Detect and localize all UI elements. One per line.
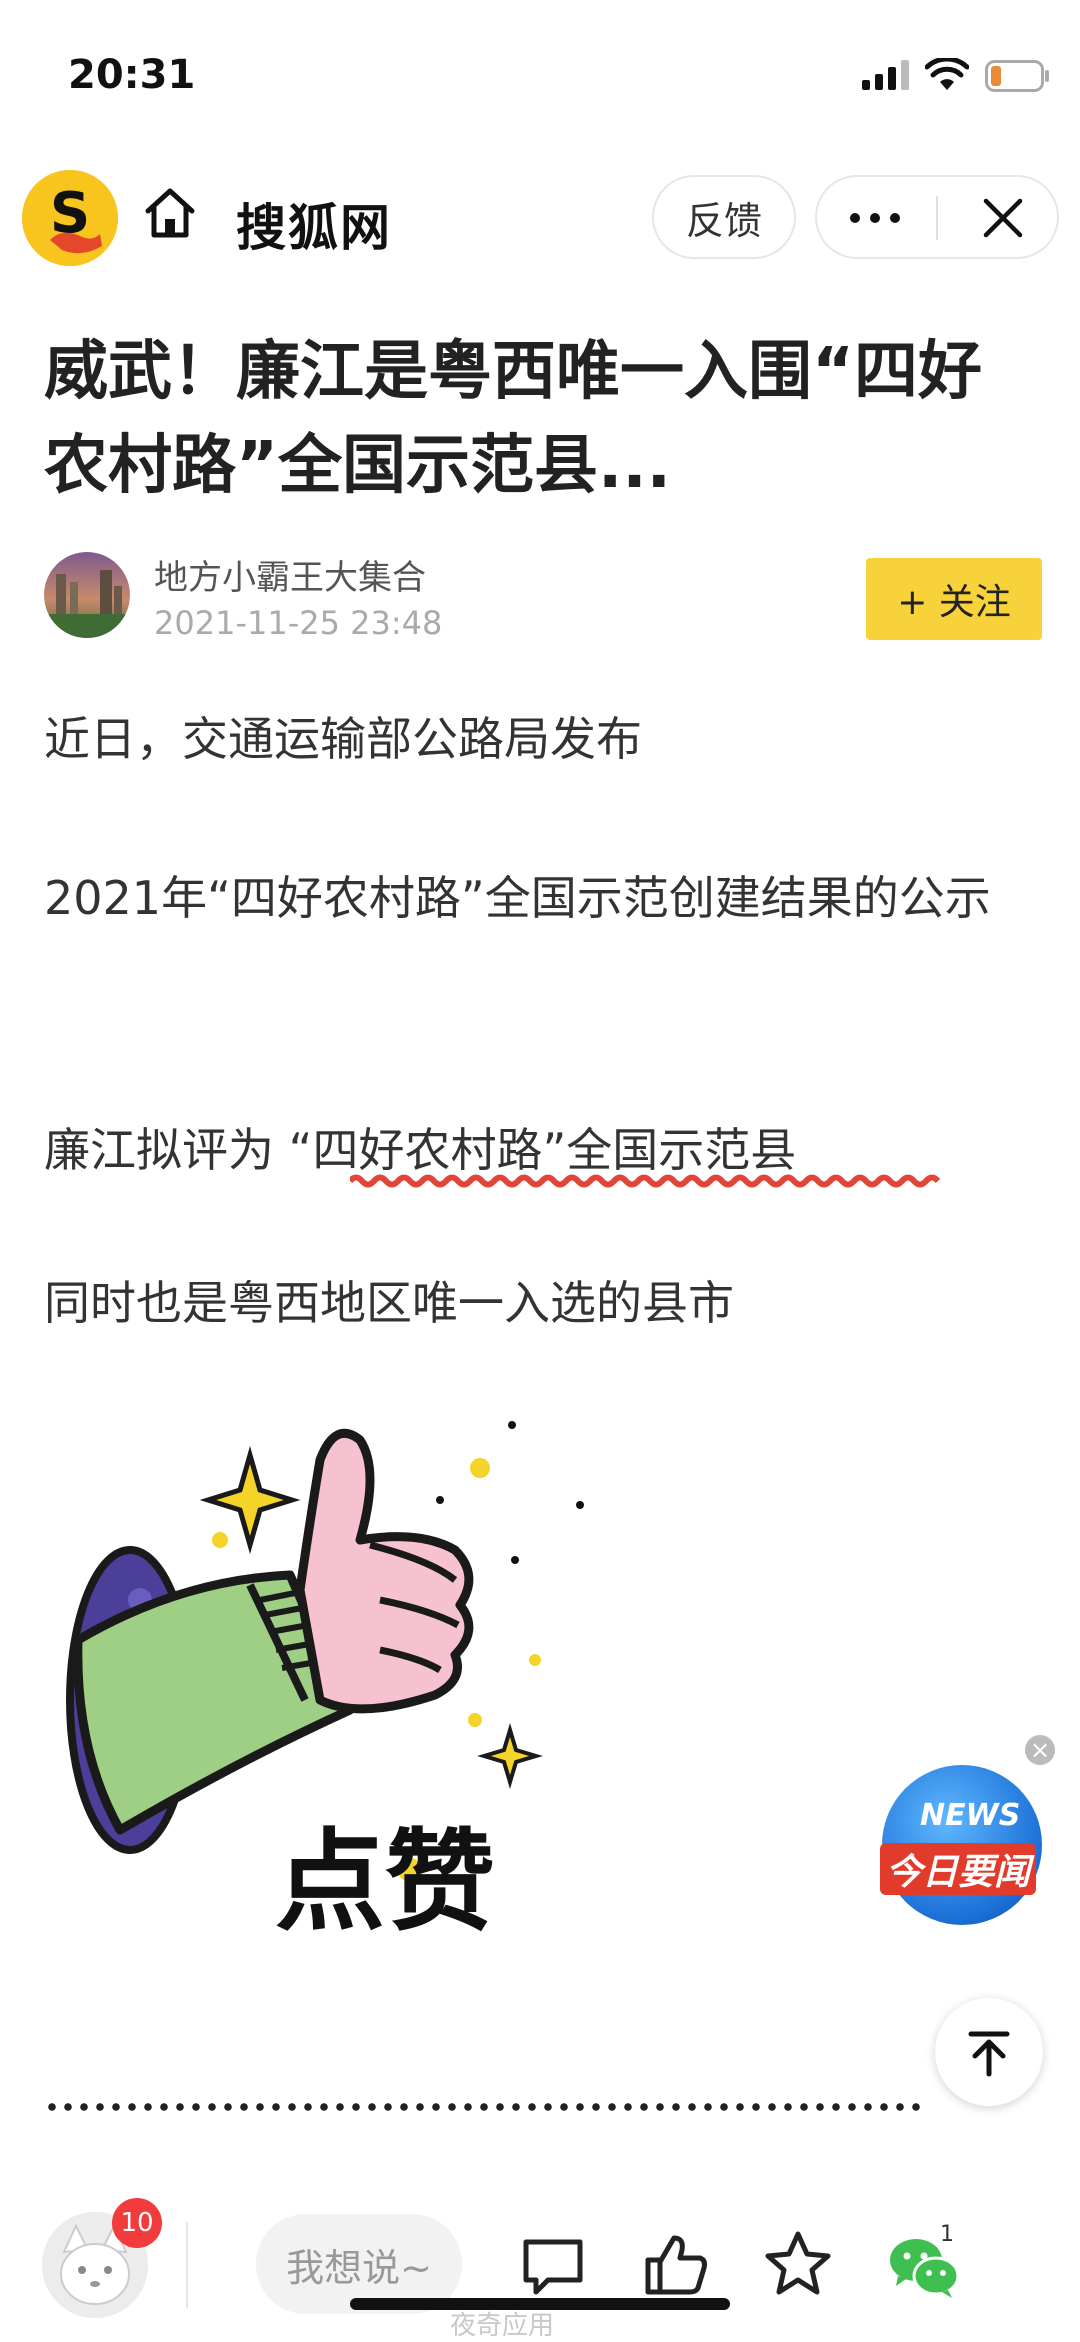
comment-icon[interactable] — [520, 2236, 586, 2298]
article-title: 威武！廉江是粤西唯一入围“四好农村路”全国示范县... — [44, 335, 983, 503]
sohu-logo-icon: S — [22, 170, 118, 266]
city-avatar-image — [44, 552, 130, 638]
svg-text:S: S — [50, 181, 90, 246]
publish-time: 2021-11-25 23:48 — [154, 604, 443, 642]
author-name[interactable]: 地方小霸王大集合 — [154, 550, 426, 599]
watermark: 夜奇应用 — [450, 2311, 555, 2341]
paragraph: 2021年“四好农村路”全国示范创建结果的公示 — [44, 871, 991, 925]
thumbs-up-sticker-image: 点赞 — [66, 1421, 584, 1946]
sticker-caption: 点赞 — [275, 1818, 495, 1946]
status-time: 20:31 — [68, 52, 196, 98]
bottom-divider — [186, 2222, 188, 2308]
news-badge-close-icon[interactable]: × — [1025, 1735, 1055, 1765]
notification-badge: 10 — [112, 2198, 162, 2248]
paragraph: 近日，交通运输部公路局发布 — [44, 712, 642, 766]
capsule-divider — [936, 196, 938, 240]
wifi-icon — [925, 58, 969, 90]
cellular-signal-icon — [862, 60, 909, 90]
close-icon[interactable] — [978, 193, 1028, 243]
back-to-top-button[interactable] — [935, 1998, 1043, 2106]
author-avatar[interactable] — [44, 552, 130, 638]
star-icon[interactable] — [764, 2230, 832, 2296]
follow-button[interactable]: + 关注 — [866, 558, 1042, 640]
share-count: 1 — [940, 2222, 954, 2247]
news-badge-en: NEWS — [920, 1798, 1021, 1833]
paragraph: 同时也是粤西地区唯一入选的县市 — [44, 1276, 734, 1330]
thumbs-up-icon[interactable] — [644, 2232, 710, 2296]
sohu-logo[interactable]: S — [22, 170, 118, 266]
home-icon[interactable] — [140, 183, 200, 243]
battery-icon — [985, 60, 1049, 92]
dotted-divider — [44, 2100, 924, 2114]
feedback-button[interactable]: 反馈 — [652, 175, 796, 259]
news-badge-cn: 今日要闻 — [880, 1843, 1037, 1895]
arrow-up-icon — [968, 2031, 1010, 2077]
site-name[interactable]: 搜狐网 — [236, 188, 392, 260]
red-underline-decoration — [350, 1174, 941, 1188]
more-icon[interactable] — [845, 192, 905, 244]
